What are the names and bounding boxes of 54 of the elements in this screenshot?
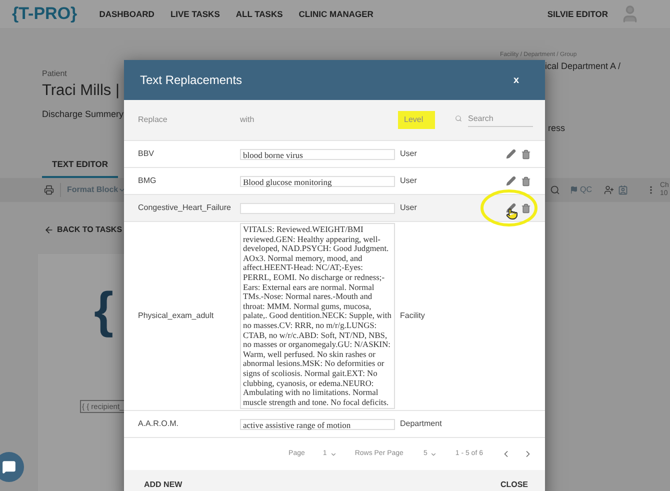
nav-link[interactable]: ALL TASKS <box>236 8 283 20</box>
search-field[interactable]: Search <box>468 113 533 127</box>
patient-name: Traci Mills | <box>42 81 120 101</box>
search-icon[interactable] <box>550 185 560 195</box>
column-header: Replace <box>138 114 168 126</box>
caret-icon <box>430 450 438 458</box>
replacement-field[interactable] <box>240 202 395 214</box>
document-logo: { <box>94 282 114 338</box>
table-row[interactable]: Congestive_Heart_Failure User <box>124 195 545 222</box>
caret-icon <box>330 450 337 458</box>
dismiss-button[interactable]: x <box>513 72 519 88</box>
dialog-title: Text Replacements <box>140 72 244 89</box>
replace-cell-text: Congestive_Heart_Failure <box>138 202 232 214</box>
nav-link[interactable]: DASHBOARD <box>99 8 154 20</box>
column-header: Level <box>398 111 435 129</box>
replace-cell-text: BMG <box>138 175 158 187</box>
assign-user-icon[interactable] <box>604 185 614 195</box>
level-cell-text: User <box>400 202 418 214</box>
patient-label: Patient <box>42 68 67 80</box>
dialog-button[interactable]: CLOSE <box>500 479 528 491</box>
replacement-field[interactable]: Blood glucose monitoring <box>240 176 395 186</box>
delete-icon[interactable] <box>521 202 531 214</box>
delete-icon[interactable] <box>521 176 531 186</box>
replace-cell-text: BBV <box>138 148 156 160</box>
document-type: Discharge Summery <box>42 108 124 121</box>
contact-card-icon[interactable] <box>618 185 628 195</box>
table-row[interactable] <box>124 222 545 412</box>
arrow-left-icon <box>44 225 54 235</box>
level-cell-text: User <box>400 148 418 160</box>
back-link[interactable]: BACK TO TASKS <box>44 224 122 236</box>
level-cell-text: Department <box>400 418 443 430</box>
print-icon[interactable] <box>44 185 54 195</box>
cursor-icon <box>506 208 518 220</box>
table-row[interactable]: A.A.R.O.M. active assistive range of motion Department <box>124 411 545 438</box>
facility-value: ical Department A / <box>545 60 621 73</box>
dialog-button[interactable]: ADD NEW <box>144 479 182 491</box>
replacement-field[interactable]: active assistive range of motion <box>240 418 395 430</box>
level-cell-text: Facility <box>400 310 426 322</box>
delete-icon[interactable] <box>521 148 531 160</box>
status-value: ress <box>548 122 566 134</box>
chat-icon <box>2 460 16 474</box>
nav-link[interactable]: CLINIC MANAGER <box>298 8 374 20</box>
level-cell-text: User <box>400 175 418 187</box>
replace-cell-text: A.A.R.O.M. <box>138 418 180 430</box>
table-row[interactable]: BMG Blood glucose monitoring User <box>124 168 545 195</box>
search-icon <box>455 114 462 122</box>
nav-link[interactable]: LIVE TASKS <box>170 8 220 20</box>
flag-icon <box>570 186 578 194</box>
column-header: with <box>240 114 256 126</box>
replace-cell-text: Physical_exam_adult <box>138 310 215 322</box>
replacement-field[interactable]: blood borne virus <box>240 148 395 160</box>
table-row[interactable]: BBV blood borne virus User <box>124 141 545 168</box>
replacement-field[interactable]: VITALS: Reviewed.WEIGHT/BMI reviewed.GEN: Healthy appearing, well-developed, NAD.PSYCH: Good Judgment. AOx3. Normal memory, mood, and affect.HEENT-Head: NC/AT;-Eyes: PERRL, EOMI. No discharge or redness;-Ears: External ears are normal. Normal TMs.-Nose: Normal nares.-Mouth and throat: MMM. Normal gums, mucosa, palate,. Good dentition.NECK: Supple, with no masses.CV: RRR, no m/r/g.LUNGS: CTAB, no w/r/c.ABD: Soft, NT/ND, NBS, no masses or organomegaly.GU: N/ASKIN: Warm, well perfused. No skin rashes or abnormal lesions.MSK: No deformities or signs of scoliosis. Normal gait.EXT: No clubbing, cyanosis, or edema.NEURO: Ambulating with no limitations. Normal muscle strength and tone. No focal deficits. <box>240 223 395 410</box>
user-name[interactable]: SILVIE EDITOR <box>547 8 608 20</box>
